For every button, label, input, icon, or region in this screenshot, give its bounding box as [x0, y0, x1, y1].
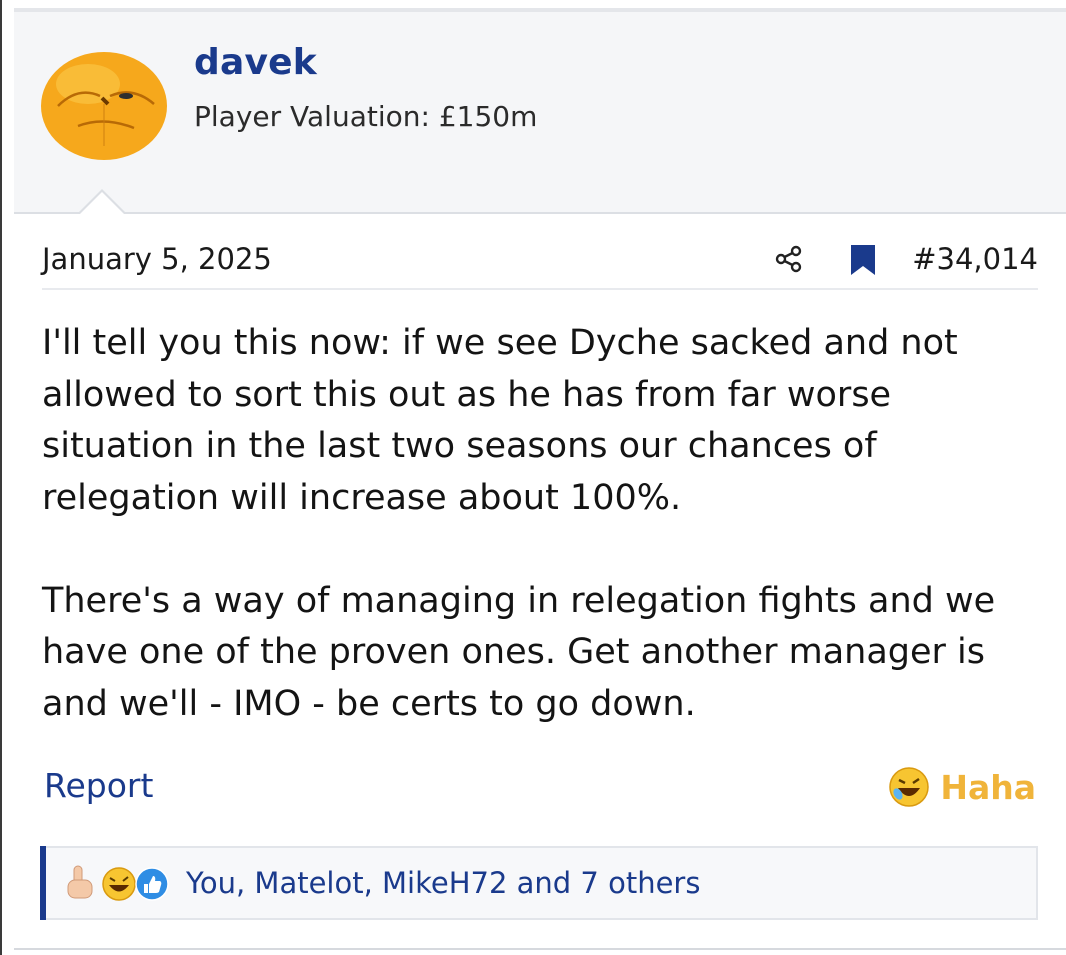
post-date[interactable]: January 5, 2025 [42, 242, 272, 276]
post-paragraph: There's a way of managing in relegation … [42, 580, 996, 724]
page-left-edge [0, 0, 2, 955]
reactions-summary-link[interactable]: You, Matelot, MikeH72 and 7 others [186, 866, 700, 900]
report-link[interactable]: Report [44, 766, 153, 805]
share-icon[interactable] [774, 244, 804, 274]
avatar[interactable] [38, 46, 170, 162]
reaction-icons[interactable] [64, 864, 184, 904]
rofl-icon [102, 867, 136, 901]
rofl-icon [889, 767, 930, 807]
bookmark-icon[interactable] [849, 244, 877, 276]
haha-reaction-button[interactable]: Haha [888, 766, 1036, 808]
post-body: I'll tell you this now: if we see Dyche … [42, 318, 1042, 730]
username-link[interactable]: davek [194, 42, 317, 83]
user-header [14, 12, 1066, 214]
meta-divider [42, 288, 1038, 290]
post-paragraph: I'll tell you this now: if we see Dyche … [42, 323, 958, 518]
user-title: Player Valuation: £150m [194, 100, 538, 133]
middle-finger-icon [67, 865, 93, 899]
like-icon [135, 867, 169, 901]
reactions-accent [40, 846, 46, 920]
bottom-divider [14, 948, 1066, 950]
post-number-link[interactable]: #34,014 [912, 242, 1038, 276]
haha-label: Haha [940, 767, 1036, 807]
